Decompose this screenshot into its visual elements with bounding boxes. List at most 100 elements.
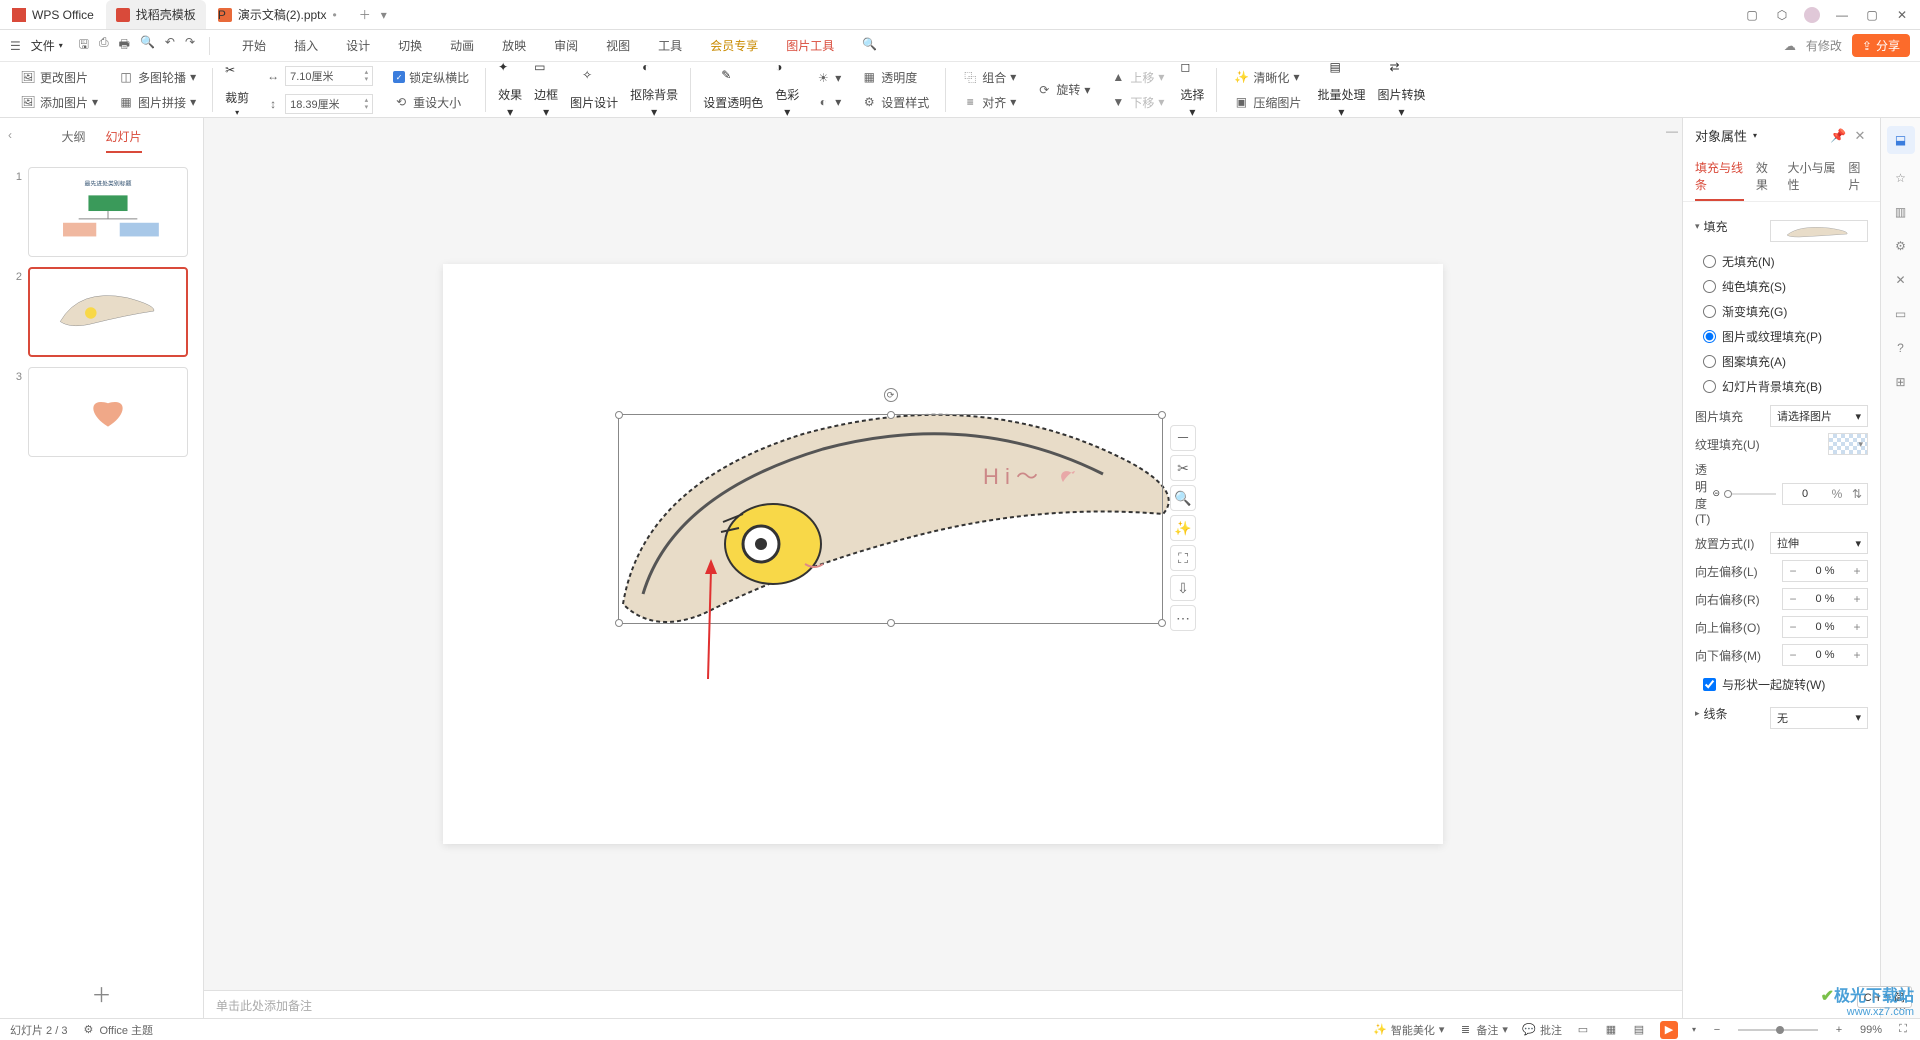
tab-animation[interactable]: 动画: [446, 31, 478, 60]
convert-button[interactable]: ⇄图片转换▾: [1371, 60, 1431, 119]
fill-picture-radio[interactable]: 图片或纹理填充(P): [1695, 324, 1868, 349]
cloud-sync-icon[interactable]: ☁: [1784, 39, 1796, 53]
color-button[interactable]: ◑色彩▾: [769, 60, 805, 119]
transparency-button[interactable]: ▦透明度: [857, 67, 933, 88]
rail-help-icon[interactable]: ?: [1891, 338, 1911, 358]
offset-left-input[interactable]: −0 %+: [1782, 560, 1868, 582]
share-button[interactable]: ⇪ 分享: [1852, 34, 1910, 57]
prop-tab-fill[interactable]: 填充与线条: [1695, 153, 1744, 201]
new-tab-button[interactable]: ＋: [349, 6, 381, 23]
zoom-slider[interactable]: [1738, 1029, 1818, 1031]
search-icon[interactable]: 🔍: [858, 31, 881, 60]
add-picture-button[interactable]: 🖼添加图片 ▾: [16, 92, 102, 113]
print-icon[interactable]: 🖶: [119, 35, 130, 56]
transparency-slider[interactable]: ⊝ 0%⇅: [1712, 483, 1868, 505]
line-select[interactable]: 无▾: [1770, 707, 1868, 729]
template-tab[interactable]: 找稻壳模板: [106, 0, 206, 29]
fit-screen-icon[interactable]: ⛶: [1896, 1023, 1910, 1037]
tab-start[interactable]: 开始: [238, 31, 270, 60]
comments-toggle[interactable]: 💬批注: [1522, 1022, 1562, 1038]
select-button[interactable]: ◻选择▾: [1174, 60, 1210, 119]
tab-review[interactable]: 审阅: [550, 31, 582, 60]
panel-collapse-icon[interactable]: ‹: [8, 128, 12, 148]
tab-transition[interactable]: 切换: [394, 31, 426, 60]
fill-none-radio[interactable]: 无填充(N): [1695, 249, 1868, 274]
width-input[interactable]: 7.10厘米▴▾: [285, 66, 373, 86]
clarity-button[interactable]: ✨清晰化▾: [1229, 67, 1305, 88]
slide-thumb-1[interactable]: 最先进处类别标题: [28, 167, 188, 257]
batch-button[interactable]: ▤批量处理▾: [1311, 60, 1371, 119]
fill-section-header[interactable]: ▾填充: [1695, 218, 1728, 235]
offset-bottom-input[interactable]: −0 %+: [1782, 644, 1868, 666]
tab-slides[interactable]: 幻灯片: [106, 128, 142, 153]
rotate-with-shape-checkbox[interactable]: 与形状一起旋转(W): [1695, 672, 1868, 697]
tab-tools[interactable]: 工具: [654, 31, 686, 60]
minimize-button[interactable]: —: [1834, 7, 1850, 23]
tab-member[interactable]: 会员专享: [706, 31, 762, 60]
resize-handle-n[interactable]: [887, 411, 895, 419]
crop-button[interactable]: ✂ 裁剪▾: [219, 63, 255, 117]
float-crop-icon[interactable]: ✂: [1170, 455, 1196, 481]
preview-icon[interactable]: 🔍: [140, 35, 155, 56]
cube-icon[interactable]: ⬡: [1774, 7, 1790, 23]
zoom-in-button[interactable]: +: [1832, 1023, 1846, 1037]
compress-button[interactable]: ▣压缩图片: [1229, 92, 1305, 113]
view-sorter-icon[interactable]: ▦: [1604, 1023, 1618, 1037]
lock-ratio-checkbox[interactable]: ✓锁定纵横比: [389, 67, 473, 88]
save-icon[interactable]: 🖫: [79, 35, 89, 56]
offset-top-input[interactable]: −0 %+: [1782, 616, 1868, 638]
right-collapse-icon[interactable]: —: [1666, 124, 1678, 138]
combine-button[interactable]: ⿻组合▾: [958, 67, 1020, 88]
set-transparent-button[interactable]: ✎设置透明色: [697, 68, 769, 111]
rail-star-icon[interactable]: ☆: [1891, 168, 1911, 188]
rail-tools-icon[interactable]: ✕: [1891, 270, 1911, 290]
float-zoom-icon[interactable]: 🔍: [1170, 485, 1196, 511]
slide-thumb-2[interactable]: [28, 267, 188, 357]
app-tab[interactable]: WPS Office: [0, 0, 106, 29]
fill-solid-radio[interactable]: 纯色填充(S): [1695, 274, 1868, 299]
tab-insert[interactable]: 插入: [290, 31, 322, 60]
change-picture-button[interactable]: 🖼更改图片: [16, 67, 102, 88]
texture-swatch[interactable]: [1828, 433, 1868, 455]
contrast-button[interactable]: ◐▾: [811, 92, 845, 112]
rail-apps-icon[interactable]: ⊞: [1891, 372, 1911, 392]
offset-right-input[interactable]: −0 %+: [1782, 588, 1868, 610]
add-slide-button[interactable]: ＋: [0, 969, 203, 1018]
border-button[interactable]: ▭边框▾: [528, 60, 564, 119]
chevron-down-icon[interactable]: ▾: [1753, 131, 1757, 140]
prop-tab-effect[interactable]: 效果: [1756, 153, 1776, 201]
tab-outline[interactable]: 大纲: [61, 128, 85, 153]
rotate-button[interactable]: ⟳旋转▾: [1032, 79, 1094, 100]
resize-handle-nw[interactable]: [615, 411, 623, 419]
float-more-icon[interactable]: ⋯: [1170, 605, 1196, 631]
file-menu[interactable]: 文件▾: [25, 33, 69, 58]
tab-design[interactable]: 设计: [342, 31, 374, 60]
tab-picture-tools[interactable]: 图片工具: [782, 31, 838, 60]
placement-select[interactable]: 拉伸▾: [1770, 532, 1868, 554]
float-magic-icon[interactable]: ✨: [1170, 515, 1196, 541]
export-icon[interactable]: ⎙: [99, 35, 109, 56]
theme-indicator[interactable]: ⚙Office 主题: [81, 1022, 153, 1038]
zoom-value[interactable]: 99%: [1860, 1024, 1882, 1036]
float-fit-icon[interactable]: ⛶: [1170, 545, 1196, 571]
pic-fill-select[interactable]: 请选择图片▾: [1770, 405, 1868, 427]
prop-tab-picture[interactable]: 图片: [1848, 153, 1868, 201]
prop-tab-size[interactable]: 大小与属性: [1788, 153, 1837, 201]
tab-view[interactable]: 视图: [602, 31, 634, 60]
effect-button[interactable]: ✦效果▾: [492, 60, 528, 119]
remove-bg-button[interactable]: ◐抠除背景▾: [624, 60, 684, 119]
slide-thumb-3[interactable]: [28, 367, 188, 457]
slideshow-dropdown[interactable]: ▾: [1692, 1025, 1696, 1034]
notes-toggle[interactable]: ≣备注 ▾: [1458, 1022, 1508, 1038]
window-icon[interactable]: ▢: [1744, 7, 1760, 23]
menu-icon[interactable]: ☰: [10, 39, 21, 53]
line-section-header[interactable]: ▸线条: [1695, 705, 1728, 722]
rail-settings-icon[interactable]: ⚙: [1891, 236, 1911, 256]
tab-overflow-button[interactable]: ▾: [381, 8, 387, 22]
float-minus-icon[interactable]: －: [1170, 425, 1196, 451]
align-button[interactable]: ≡对齐▾: [958, 92, 1020, 113]
redo-button[interactable]: ↷: [185, 35, 195, 56]
set-style-button[interactable]: ⚙设置样式: [857, 92, 933, 113]
close-panel-icon[interactable]: ✕: [1852, 128, 1868, 144]
rail-book-icon[interactable]: ▭: [1891, 304, 1911, 324]
